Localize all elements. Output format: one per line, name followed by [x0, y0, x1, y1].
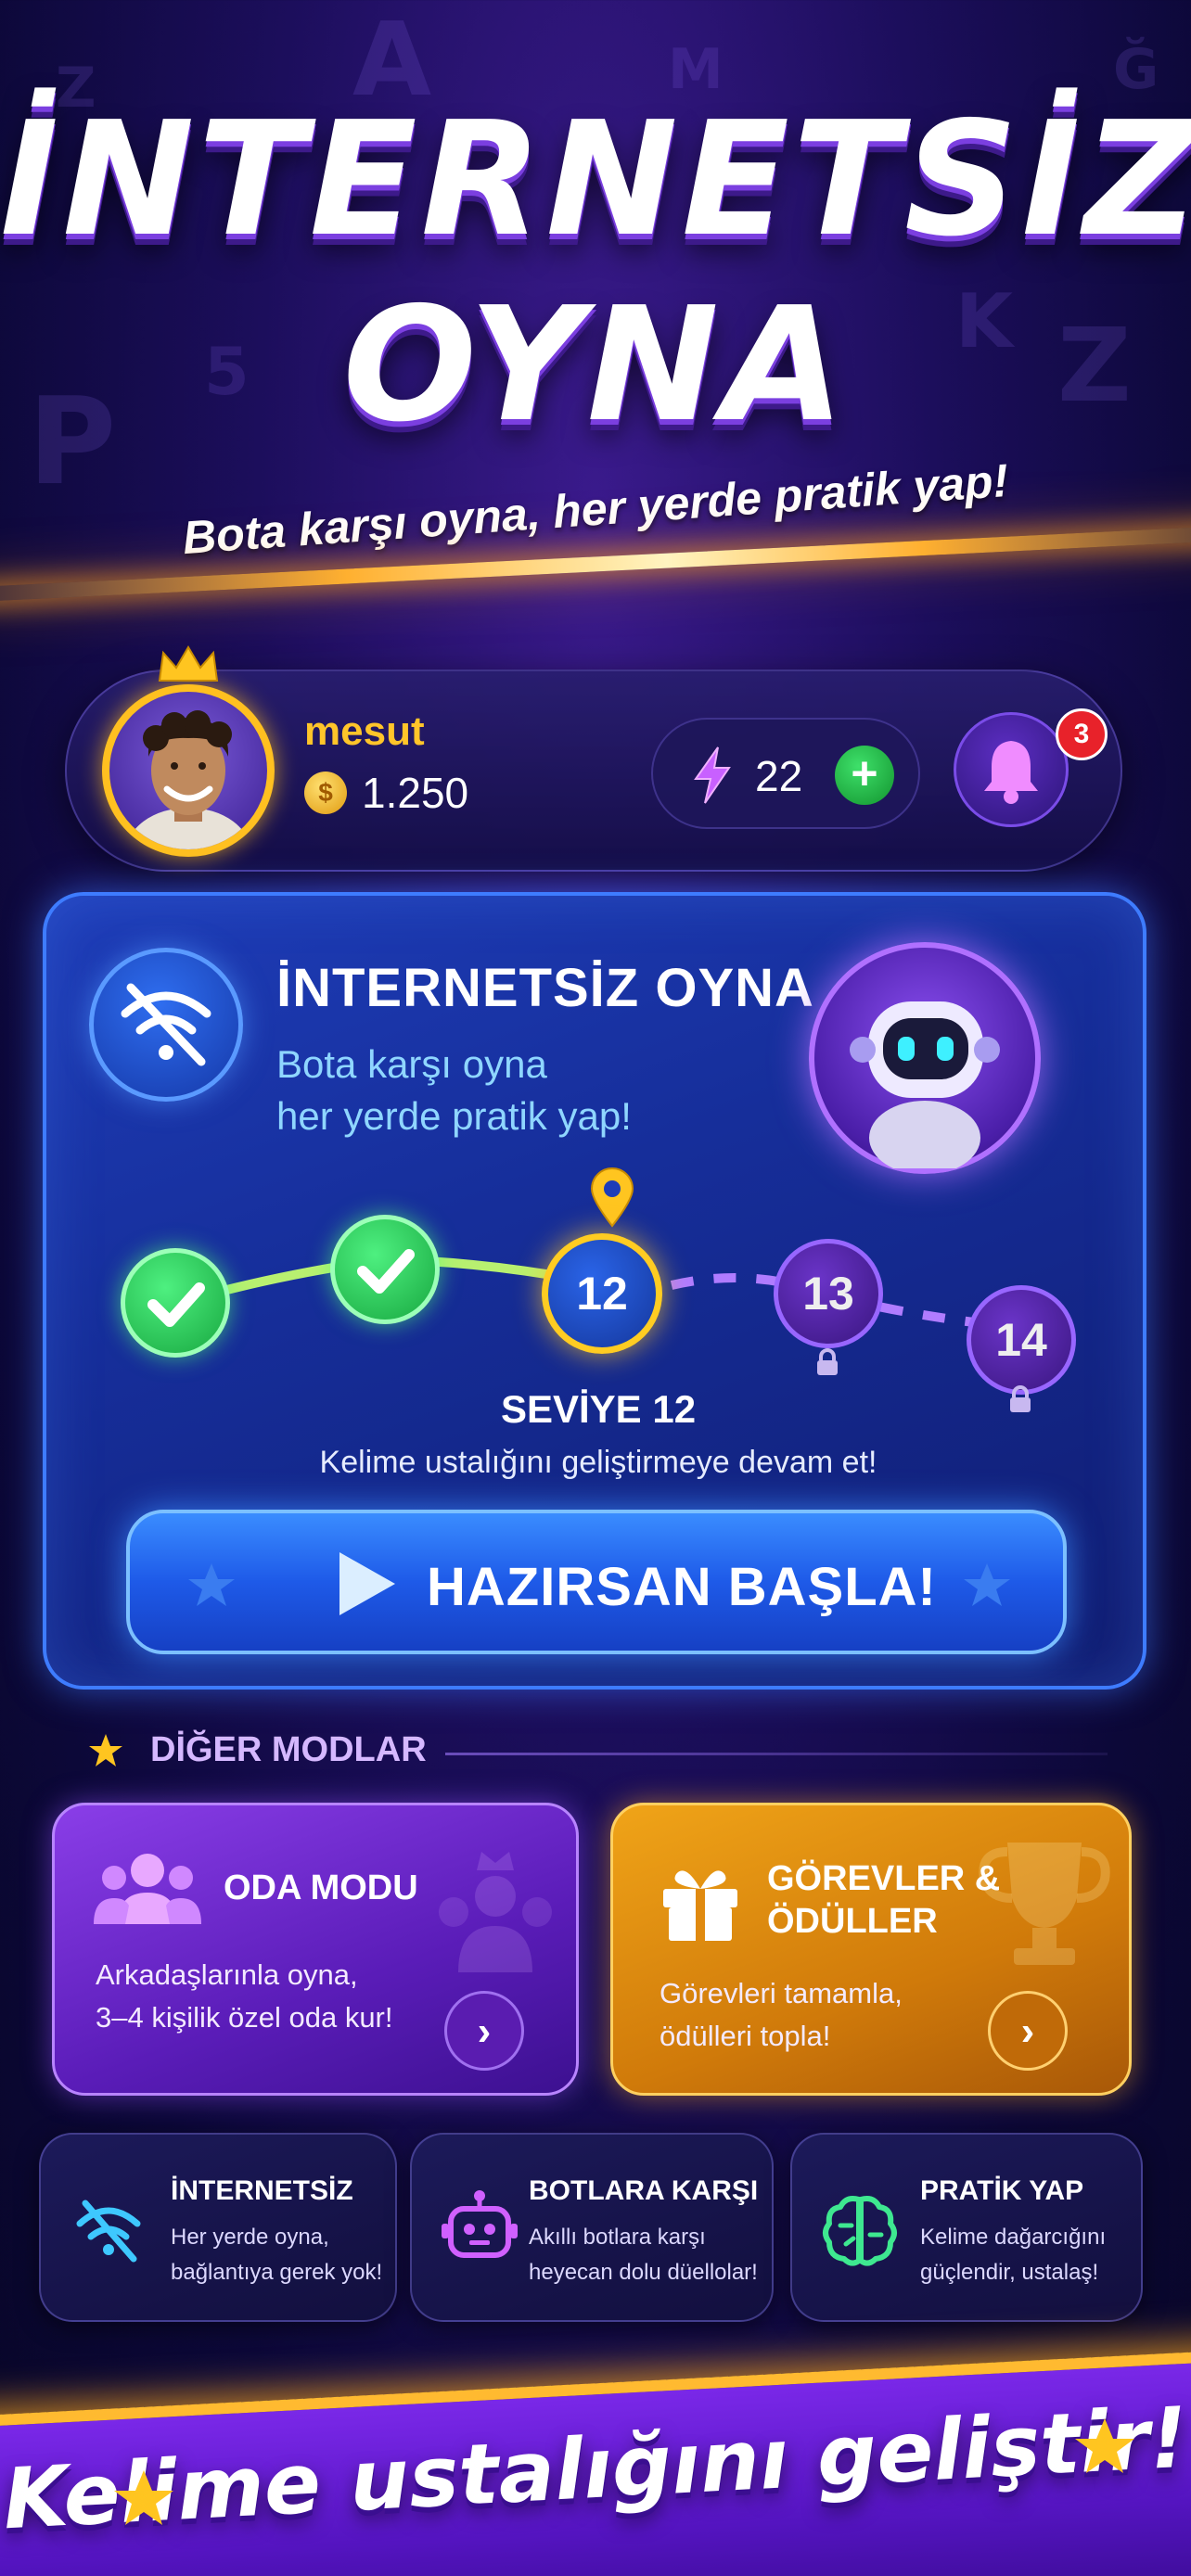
tasks-title-1: GÖREVLER &	[767, 1859, 1001, 1898]
room-mode-title: ODA MODU	[224, 1868, 418, 1907]
coin-icon: $	[304, 772, 347, 814]
other-modes-title: DİĞER MODLAR	[150, 1730, 427, 1769]
level-node-locked: 14	[967, 1285, 1076, 1395]
level-title: SEVİYE 12	[500, 1387, 697, 1431]
feature-practice-desc-2: güçlendir, ustalaş!	[920, 2260, 1099, 2285]
username: mesut	[304, 708, 425, 754]
section-divider	[445, 1753, 1108, 1755]
start-game-button[interactable]: HAZIRSAN BAŞLA!	[126, 1510, 1067, 1654]
add-energy-button[interactable]: +	[835, 746, 894, 805]
wifi-off-icon	[76, 2200, 141, 2263]
tasks-desc-1: Görevleri tamamla,	[660, 1977, 903, 2009]
star-icon	[188, 1563, 235, 1606]
bell-icon	[984, 741, 1038, 804]
users-icon	[94, 1854, 201, 1924]
feature-bots-desc-2: heyecan dolu düellolar!	[529, 2260, 758, 2285]
level-description: Kelime ustalığını geliştirmeye devam et!	[319, 1445, 877, 1480]
feature-offline-desc-1: Her yerde oyna,	[171, 2225, 329, 2250]
hero-title-line1: İNTERNETSİZ	[0, 88, 1191, 272]
star-icon	[1075, 2418, 1134, 2473]
room-mode-card[interactable]: ODA MODU Arkadaşlarınla oyna, 3–4 kişili…	[52, 1803, 579, 2096]
tasks-desc-2: ödülleri topla!	[660, 2020, 831, 2052]
feature-card-offline[interactable]: İNTERNETSİZ Her yerde oyna, bağlantıya g…	[39, 2133, 397, 2322]
play-icon	[339, 1552, 395, 1615]
level-node-completed[interactable]	[330, 1215, 440, 1324]
profile-bar: mesut $ 1.250 22 + 3	[65, 645, 1122, 872]
star-icon	[964, 1563, 1010, 1606]
gift-icon	[663, 1870, 737, 1941]
feature-card-bots[interactable]: BOTLARA KARŞI Akıllı botlara karşı heyec…	[410, 2133, 774, 2322]
offline-mode-card: İNTERNETSİZ OYNA Bota karşı oyna her yer…	[43, 892, 1146, 1690]
hero-title-line2: OYNA	[342, 274, 849, 457]
notification-badge: 3	[1056, 708, 1108, 760]
trophy-watermark-icon	[979, 1843, 1110, 1965]
feature-offline-desc-2: bağlantıya gerek yok!	[171, 2260, 383, 2285]
notifications-button[interactable]	[954, 712, 1069, 827]
star-icon	[89, 1734, 122, 1766]
tasks-arrow-button[interactable]: ›	[988, 1991, 1068, 2071]
level-node-completed[interactable]	[121, 1248, 230, 1358]
energy-value: 22	[755, 752, 803, 800]
brain-icon	[823, 2196, 897, 2266]
robot-icon	[442, 2190, 518, 2258]
energy-counter: 22 +	[651, 718, 920, 829]
feature-bots-title: BOTLARA KARŞI	[529, 2175, 759, 2206]
feature-practice-title: PRATİK YAP	[920, 2175, 1084, 2206]
lock-icon	[817, 1348, 838, 1375]
tasks-title-2: ÖDÜLLER	[767, 1902, 938, 1941]
feature-practice-desc-1: Kelime dağarcığını	[920, 2225, 1107, 2250]
crown-icon	[158, 645, 219, 682]
star-icon	[114, 2470, 173, 2525]
room-mode-desc-1: Arkadaşlarınla oyna,	[96, 1958, 358, 1991]
location-pin-icon	[590, 1167, 634, 1228]
level-node-current[interactable]: 12	[542, 1233, 662, 1354]
avatar[interactable]	[102, 684, 275, 857]
coin-balance: 1.250	[362, 769, 469, 817]
users-watermark-icon	[439, 1852, 552, 1972]
room-mode-arrow-button[interactable]: ›	[444, 1991, 524, 2071]
level-node-locked: 13	[774, 1239, 883, 1348]
start-button-label: HAZIRSAN BAŞLA!	[427, 1557, 937, 1617]
lightning-icon	[694, 746, 731, 804]
feature-bots-desc-1: Akıllı botlara karşı	[529, 2225, 706, 2250]
room-mode-desc-2: 3–4 kişilik özel oda kur!	[96, 2001, 393, 2034]
feature-card-practice[interactable]: PRATİK YAP Kelime dağarcığını güçlendir,…	[790, 2133, 1143, 2322]
tasks-rewards-card[interactable]: GÖREVLER & ÖDÜLLER Görevleri tamamla, öd…	[610, 1803, 1132, 2096]
feature-offline-title: İNTERNETSİZ	[171, 2175, 353, 2206]
